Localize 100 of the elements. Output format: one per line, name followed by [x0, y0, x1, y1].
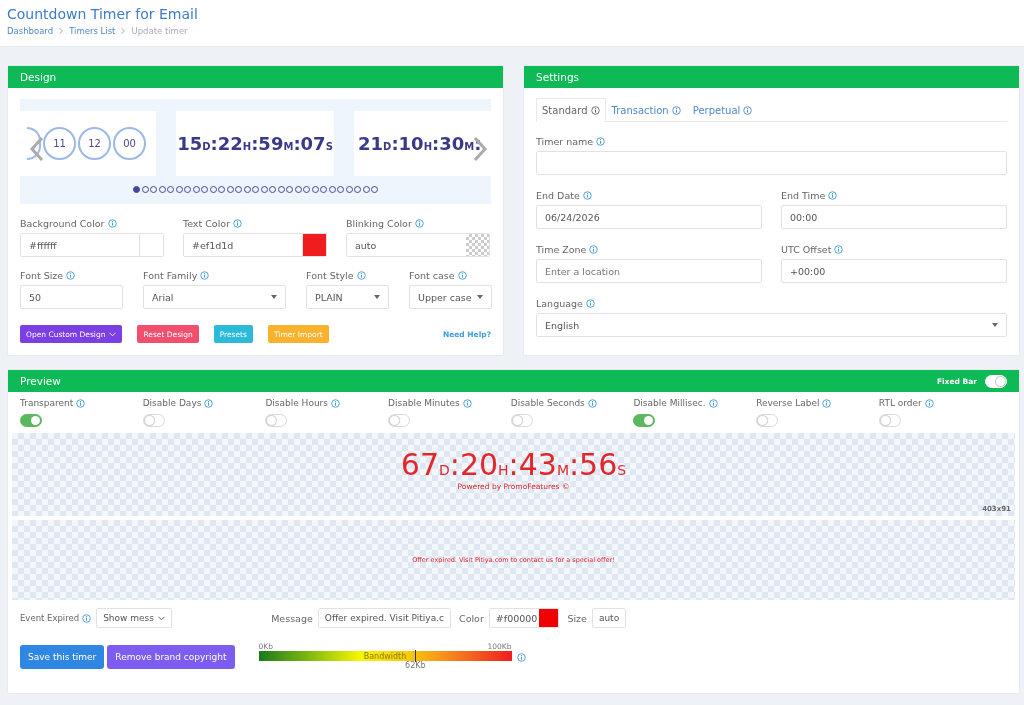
timer-digits: 59	[258, 133, 284, 154]
tab[interactable]: Transaction	[605, 98, 687, 122]
timer-circle: 00	[113, 127, 146, 160]
field-label: Event Expired	[20, 613, 80, 623]
timer-preset-card[interactable]: 15D:22H:59M:07S	[176, 111, 334, 176]
info-icon	[233, 219, 243, 228]
info-icon	[590, 106, 600, 115]
field-label: Background Color	[20, 218, 105, 229]
timer-unit: H	[423, 141, 432, 152]
select-field[interactable]: PLAIN	[306, 285, 389, 309]
toggle-switch[interactable]	[388, 414, 411, 427]
input-field[interactable]: 00:00	[781, 205, 1007, 229]
action-button[interactable]: Save this timer	[20, 645, 105, 669]
timer-circle: 11	[43, 127, 76, 160]
info-icon	[331, 398, 340, 408]
field-label: Font case	[409, 270, 455, 281]
timer-unit: H	[242, 141, 252, 152]
timer-digits: 07	[300, 133, 326, 154]
info-icon	[671, 106, 681, 115]
color-field[interactable]: auto	[346, 233, 490, 257]
field-label: End Date	[536, 190, 580, 201]
info-icon	[596, 137, 606, 146]
input-field[interactable]	[536, 151, 1007, 175]
timer-digits: 43	[518, 446, 557, 482]
timer-preset-card[interactable]: 11 12 00	[20, 111, 156, 176]
dropdown-arrow-icon	[477, 295, 483, 299]
timer-unit: M	[556, 461, 569, 478]
info-icon	[582, 191, 592, 200]
toggle-switch[interactable]	[20, 414, 42, 427]
select-field[interactable]: Arial	[143, 285, 286, 309]
caret-icon	[109, 331, 117, 337]
timer-circle: 12	[78, 127, 111, 160]
color-swatch[interactable]	[302, 234, 326, 256]
input-field[interactable]: Offer expired. Visit Pitiya.c	[317, 608, 452, 628]
timer-unit: D	[202, 141, 211, 152]
carousel-dot[interactable]	[133, 186, 140, 193]
toggle-switch[interactable]	[265, 414, 288, 427]
input-field[interactable]: auto	[591, 608, 627, 628]
input-field[interactable]: Enter a location	[536, 259, 762, 283]
color-field[interactable]: #f00000	[488, 608, 560, 628]
timer-digits: 15	[177, 133, 203, 154]
caret-icon	[158, 615, 165, 621]
timer-digits: 20	[459, 446, 499, 482]
color-swatch[interactable]	[139, 234, 163, 256]
field-label: Font Size	[20, 270, 64, 281]
tab[interactable]: Perpetual	[686, 98, 759, 122]
dropdown-arrow-icon	[992, 323, 998, 327]
timer-separator: :	[569, 446, 580, 482]
info-icon	[516, 652, 526, 662]
breadcrumb-current: Update timer	[131, 26, 188, 36]
timer-separator: :	[210, 133, 218, 154]
info-icon	[200, 271, 210, 280]
input-field[interactable]: +00:00	[781, 259, 1007, 283]
field-label: Text Color	[183, 218, 231, 229]
toggle-switch[interactable]	[142, 414, 165, 427]
info-icon	[587, 398, 597, 408]
chevron-left-icon[interactable]	[30, 136, 44, 162]
info-icon	[462, 398, 472, 408]
toggle-switch[interactable]	[633, 414, 656, 427]
info-icon	[107, 219, 117, 228]
info-icon	[585, 299, 595, 308]
option-label: Disable Millisec.	[633, 398, 706, 408]
info-icon	[356, 271, 366, 280]
info-icon	[743, 106, 753, 115]
timer-unit: D	[383, 141, 392, 152]
timer-separator: :	[432, 133, 440, 154]
toggle-switch[interactable]	[878, 414, 901, 427]
color-field[interactable]: #ffffff	[20, 233, 164, 257]
field-label: Message	[271, 612, 313, 624]
option-label: Disable Minutes	[388, 398, 460, 408]
select-field[interactable]: English	[536, 313, 1007, 337]
info-icon	[66, 271, 76, 280]
field-label: Font Family	[143, 270, 198, 281]
breadcrumb-link[interactable]: Timers List	[69, 26, 116, 36]
option-label: Disable Seconds	[510, 398, 585, 408]
option-label: Reverse Label	[756, 398, 820, 408]
info-icon	[834, 245, 844, 254]
toggle-switch[interactable]	[510, 414, 533, 427]
transparent-swatch[interactable]	[466, 234, 489, 256]
chevron-right-icon[interactable]	[473, 136, 487, 162]
info-icon	[76, 398, 86, 408]
page-title: Countdown Timer for Email	[7, 6, 198, 22]
field-label: Blinking Color	[346, 218, 412, 229]
input-field[interactable]: 50	[20, 285, 123, 309]
field-label: Language	[536, 298, 583, 309]
select-field[interactable]: Show mess	[96, 608, 173, 628]
info-icon	[457, 271, 467, 280]
breadcrumb-link[interactable]: Dashboard	[7, 26, 54, 36]
color-field[interactable]: #ef1d1d	[183, 233, 327, 257]
action-button[interactable]: Remove brand copyright	[107, 645, 235, 669]
info-icon	[924, 398, 934, 408]
info-icon	[82, 613, 92, 623]
select-field[interactable]: Upper case	[409, 285, 492, 309]
input-field[interactable]: 06/24/2026	[536, 205, 762, 229]
tab[interactable]: Standard	[536, 98, 606, 122]
color-swatch[interactable]	[539, 609, 559, 627]
timer-separator: :	[251, 133, 259, 154]
info-icon	[822, 398, 832, 408]
toggle-switch[interactable]	[756, 414, 779, 427]
timer-unit: S	[325, 141, 333, 152]
